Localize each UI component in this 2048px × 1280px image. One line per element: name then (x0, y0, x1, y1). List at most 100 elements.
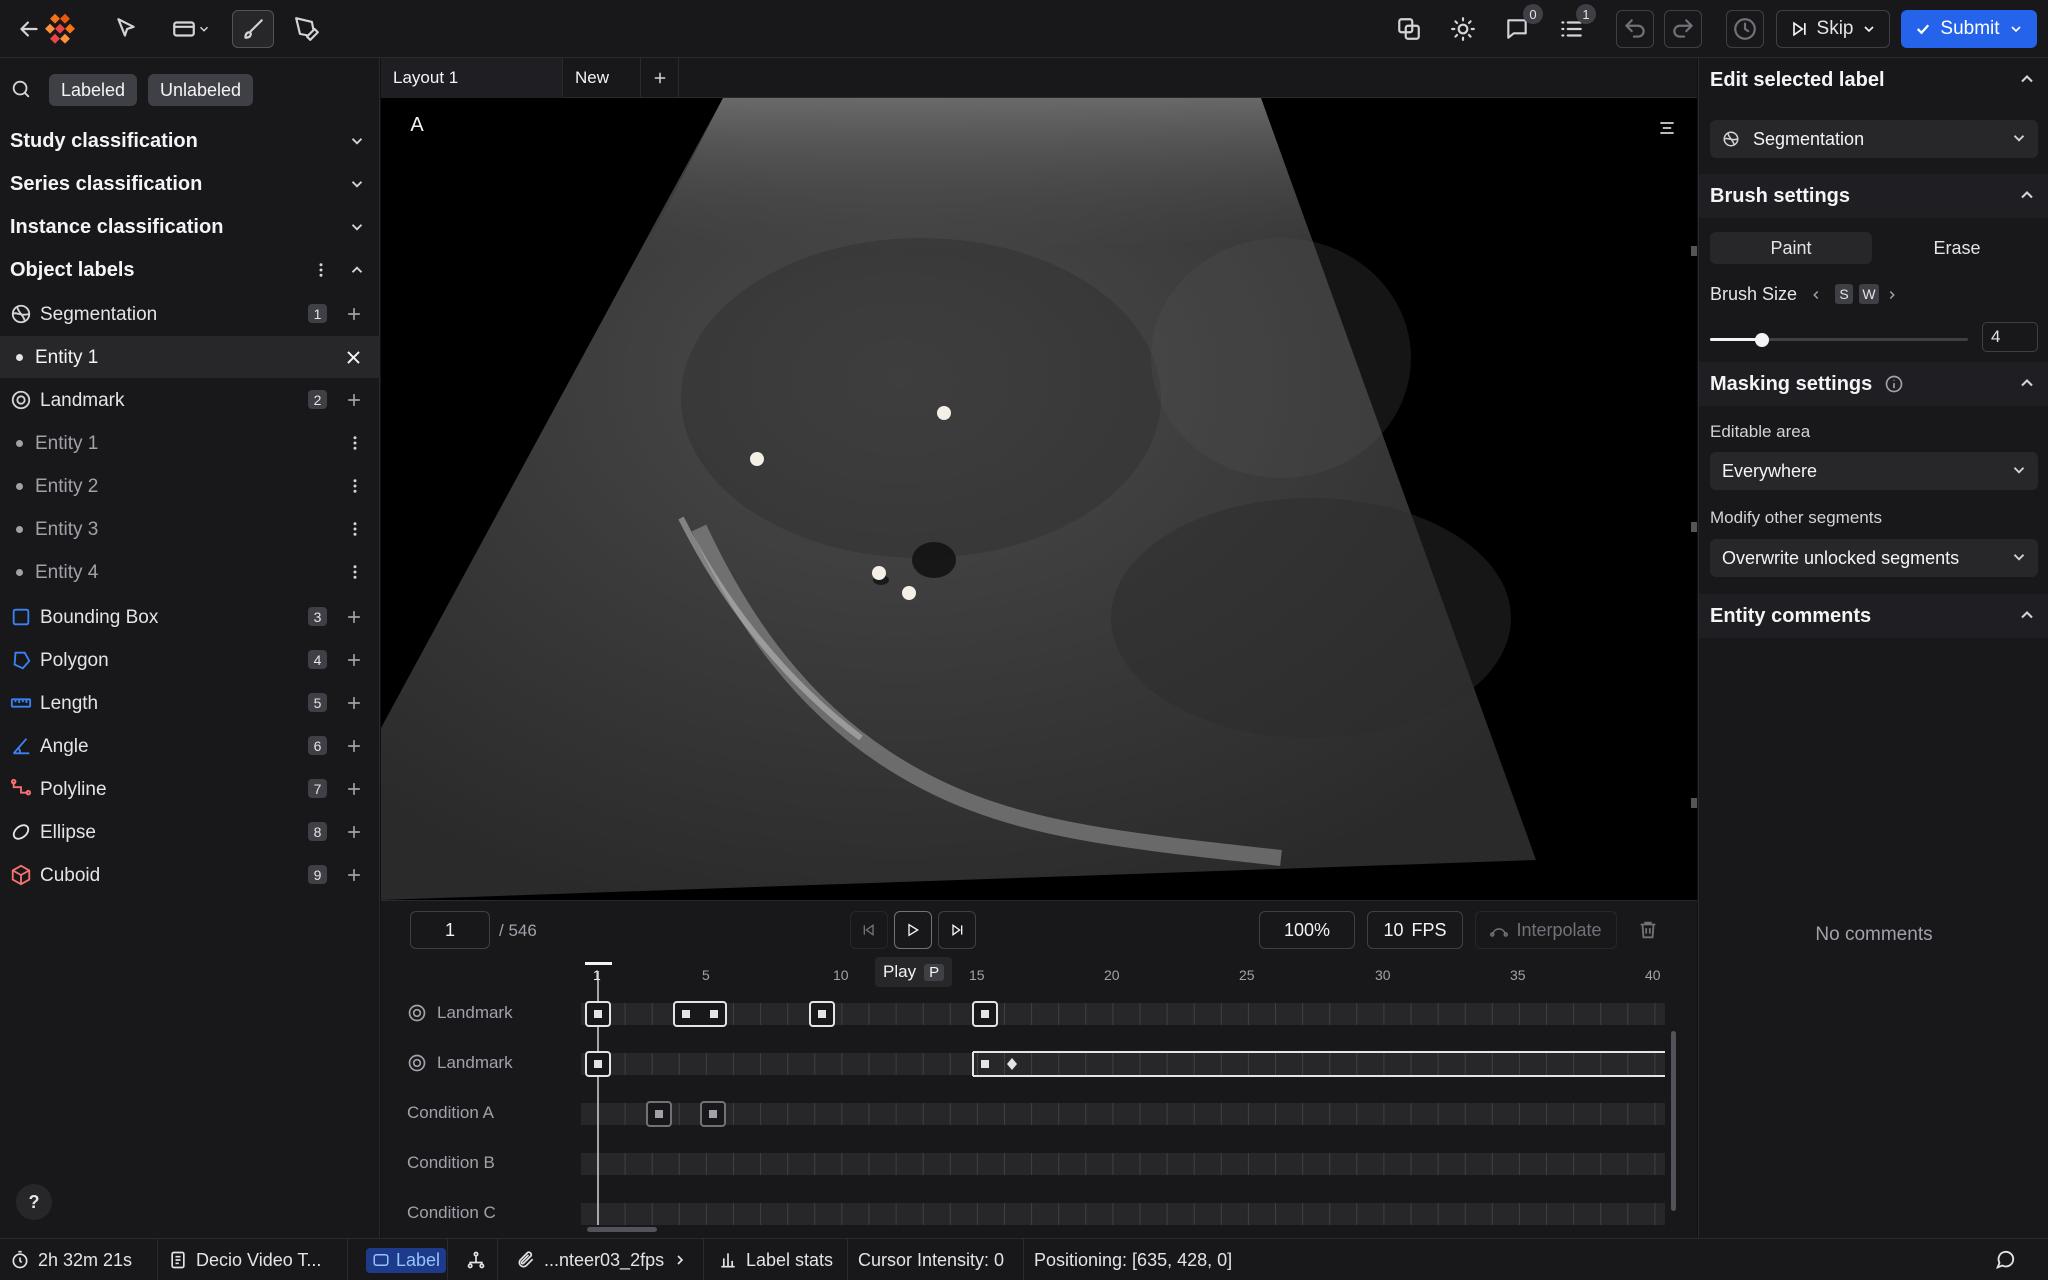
tab-layout-1[interactable]: Layout 1 (381, 58, 563, 98)
plus-icon[interactable] (344, 736, 364, 756)
label-class-landmark[interactable]: Landmark 2 (0, 379, 380, 421)
brush-size-slider[interactable] (1710, 328, 1968, 352)
label-class-length[interactable]: Length 5 (0, 682, 380, 724)
label-class-polyline[interactable]: Polyline 7 (0, 768, 380, 810)
chevron-right-icon[interactable] (1885, 288, 1899, 302)
undo-button[interactable] (1616, 10, 1654, 48)
timer-icon (12, 1250, 28, 1269)
kebab-icon[interactable] (346, 432, 364, 454)
kebab-icon[interactable] (346, 475, 364, 497)
plus-icon[interactable] (344, 779, 364, 799)
chevron-up-icon (351, 266, 363, 273)
masking-settings-section[interactable]: Masking settings (1699, 362, 2048, 406)
delete-keyframe-button[interactable] (1637, 919, 1659, 941)
zoom-input[interactable]: 100% (1259, 911, 1355, 949)
chevron-down-icon (2013, 554, 2025, 561)
entity-comments-section[interactable]: Entity comments (1699, 594, 2048, 638)
segmentation-entity-1[interactable]: Entity 1 (0, 336, 380, 378)
interpolate-button[interactable]: Interpolate (1475, 911, 1617, 949)
plus-icon[interactable] (344, 693, 364, 713)
theme-toggle-button[interactable] (1446, 10, 1480, 48)
first-frame-button[interactable] (850, 911, 888, 949)
selected-label-dropdown[interactable]: Segmentation (1710, 120, 2038, 158)
label-class-polygon[interactable]: Polygon 4 (0, 639, 380, 681)
ultrasound-image[interactable] (381, 98, 1697, 900)
info-icon[interactable] (1884, 374, 1904, 394)
timeline-vertical-scrollbar[interactable] (1671, 1031, 1676, 1211)
top-toolbar: 0 1 Skip Submit (0, 0, 2048, 58)
dataset-link[interactable]: Decio Video T... (158, 1239, 348, 1280)
landmark-entity[interactable]: Entity 1 (0, 422, 380, 464)
study-classification-section[interactable]: Study classification (0, 120, 380, 162)
label-class-cuboid[interactable]: Cuboid 9 (0, 854, 380, 896)
last-frame-button[interactable] (938, 911, 976, 949)
editable-area-dropdown[interactable]: Everywhere (1710, 452, 2038, 490)
label-class-name: Polygon (40, 650, 109, 671)
label-class-segmentation[interactable]: Segmentation 1 (0, 293, 380, 335)
back-button[interactable] (12, 10, 46, 48)
plus-icon[interactable] (344, 390, 364, 410)
tab-new[interactable]: New (563, 58, 641, 98)
modify-segments-dropdown[interactable]: Overwrite unlocked segments (1710, 539, 2038, 577)
pen-tool-button[interactable] (288, 10, 326, 48)
timeline-tracks[interactable] (581, 959, 1671, 1241)
kebab-icon[interactable] (346, 518, 364, 540)
window-tool-dropdown[interactable] (166, 10, 216, 48)
landmark-point[interactable] (872, 566, 886, 580)
chat-button[interactable] (1994, 1249, 2016, 1271)
file-selector[interactable]: ...nteer03_2fps (506, 1239, 704, 1280)
erase-mode-button[interactable]: Erase (1876, 232, 2038, 264)
label-class-ellipse[interactable]: Ellipse 8 (0, 811, 380, 853)
help-button[interactable]: ? (16, 1184, 52, 1220)
image-viewport[interactable]: A (381, 98, 1697, 900)
viewport-menu-icon[interactable] (1657, 118, 1677, 138)
plus-icon[interactable] (344, 607, 364, 627)
landmark-entity[interactable]: Entity 3 (0, 508, 380, 550)
skip-button[interactable]: Skip (1776, 10, 1890, 48)
history-button[interactable] (1726, 10, 1764, 48)
label-class-name: Angle (40, 736, 89, 757)
series-classification-section[interactable]: Series classification (0, 163, 380, 205)
hierarchy-button[interactable] (456, 1239, 498, 1280)
search-icon[interactable] (10, 78, 32, 100)
plus-icon[interactable] (344, 304, 364, 324)
brush-size-input[interactable]: 4 (1982, 322, 2038, 352)
timeline-horizontal-scrollbar[interactable] (587, 1227, 657, 1232)
landmark-entity[interactable]: Entity 4 (0, 551, 380, 593)
file-name: ...nteer03_2fps (544, 1249, 665, 1270)
add-tab-button[interactable] (641, 58, 679, 98)
landmark-point[interactable] (750, 452, 764, 466)
frame-input[interactable]: 1 (410, 911, 490, 949)
edit-selected-label-section[interactable]: Edit selected label (1699, 58, 2048, 102)
plus-icon[interactable] (344, 822, 364, 842)
fps-input[interactable]: 10 FPS (1367, 911, 1463, 949)
unlabeled-filter[interactable]: Unlabeled (148, 74, 254, 106)
slider-thumb[interactable] (1754, 333, 1769, 347)
object-labels-section[interactable]: Object labels (0, 249, 380, 291)
kebab-icon[interactable] (312, 261, 330, 279)
label-mode-chip[interactable]: Label (356, 1239, 448, 1280)
landmark-point[interactable] (937, 406, 951, 420)
instance-classification-section[interactable]: Instance classification (0, 206, 380, 248)
layers-button[interactable] (1392, 10, 1426, 48)
brush-settings-section[interactable]: Brush settings (1699, 174, 2048, 218)
label-class-name: Length (40, 693, 99, 714)
submit-button[interactable]: Submit (1901, 10, 2037, 48)
label-class-angle[interactable]: Angle 6 (0, 725, 380, 767)
redo-button[interactable] (1664, 10, 1702, 48)
kebab-icon[interactable] (346, 561, 364, 583)
chevron-left-icon[interactable] (1809, 288, 1823, 302)
hotkey-badge: 9 (308, 865, 327, 884)
brush-tool-button[interactable] (232, 10, 274, 48)
labeled-filter[interactable]: Labeled (49, 74, 138, 106)
close-icon[interactable] (344, 348, 363, 367)
select-tool-button[interactable] (108, 10, 144, 48)
landmark-point[interactable] (902, 586, 916, 600)
plus-icon[interactable] (344, 865, 364, 885)
label-stats-button[interactable]: Label stats (708, 1239, 848, 1280)
landmark-entity[interactable]: Entity 2 (0, 465, 380, 507)
play-button[interactable] (894, 911, 932, 949)
label-class-bounding-box[interactable]: Bounding Box 3 (0, 596, 380, 638)
plus-icon[interactable] (344, 650, 364, 670)
paint-mode-button[interactable]: Paint (1710, 232, 1872, 264)
